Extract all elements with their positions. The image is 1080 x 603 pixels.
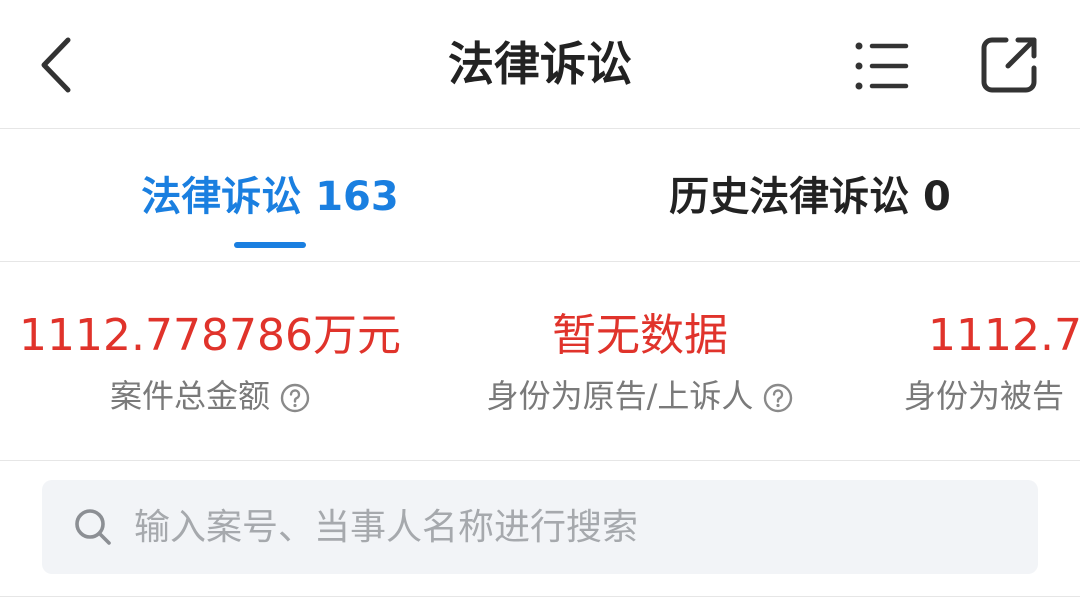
tab-bar: 法律诉讼 163 历史法律诉讼 0	[0, 129, 1080, 262]
list-button[interactable]	[846, 36, 916, 96]
stat-value: 1112.778	[928, 310, 1080, 361]
help-icon[interactable]	[763, 380, 793, 413]
header-bar: 法律诉讼	[0, 0, 1080, 129]
tab-count: 0	[923, 174, 951, 220]
search-input[interactable]	[134, 480, 1014, 574]
stat-total-amount: 1112.778786万元 案件总金额	[0, 262, 420, 460]
tab-label: 法律诉讼	[141, 174, 302, 220]
stat-label-row: 案件总金额	[0, 374, 420, 418]
stat-label: 身份为被告	[904, 377, 1065, 415]
stat-as-plaintiff: 暂无数据 身份为原告/上诉人	[430, 262, 850, 460]
search-box[interactable]	[42, 480, 1038, 574]
tab-label: 历史法律诉讼	[669, 174, 910, 220]
help-icon[interactable]	[280, 380, 310, 413]
page-title: 法律诉讼	[448, 37, 632, 91]
stat-label: 身份为原告/上诉人	[486, 377, 754, 415]
chevron-left-icon	[41, 37, 71, 93]
active-tab-indicator	[234, 242, 306, 248]
stat-value: 1112.778786万元	[19, 310, 401, 361]
stat-label: 案件总金额	[109, 377, 270, 415]
stat-value: 暂无数据	[552, 310, 728, 361]
share-external-icon	[981, 37, 1037, 93]
list-icon	[855, 42, 909, 90]
divider	[0, 596, 1080, 597]
search-icon	[75, 509, 111, 545]
page: 法律诉讼 法律诉讼 163 历史法律诉讼 0 1112.778786万元 案件总…	[0, 0, 1080, 603]
stats-row: 1112.778786万元 案件总金额 暂无数据 身份为原告/上诉人 1112.…	[0, 262, 1080, 461]
tab-count: 163	[315, 174, 399, 220]
stat-as-defendant: 1112.778 身份为被告	[904, 262, 1080, 460]
back-button[interactable]	[28, 30, 88, 100]
tab-history-lawsuits[interactable]: 历史法律诉讼 0	[540, 129, 1080, 261]
share-button[interactable]	[972, 28, 1046, 102]
stat-label-row: 身份为原告/上诉人	[430, 374, 850, 418]
